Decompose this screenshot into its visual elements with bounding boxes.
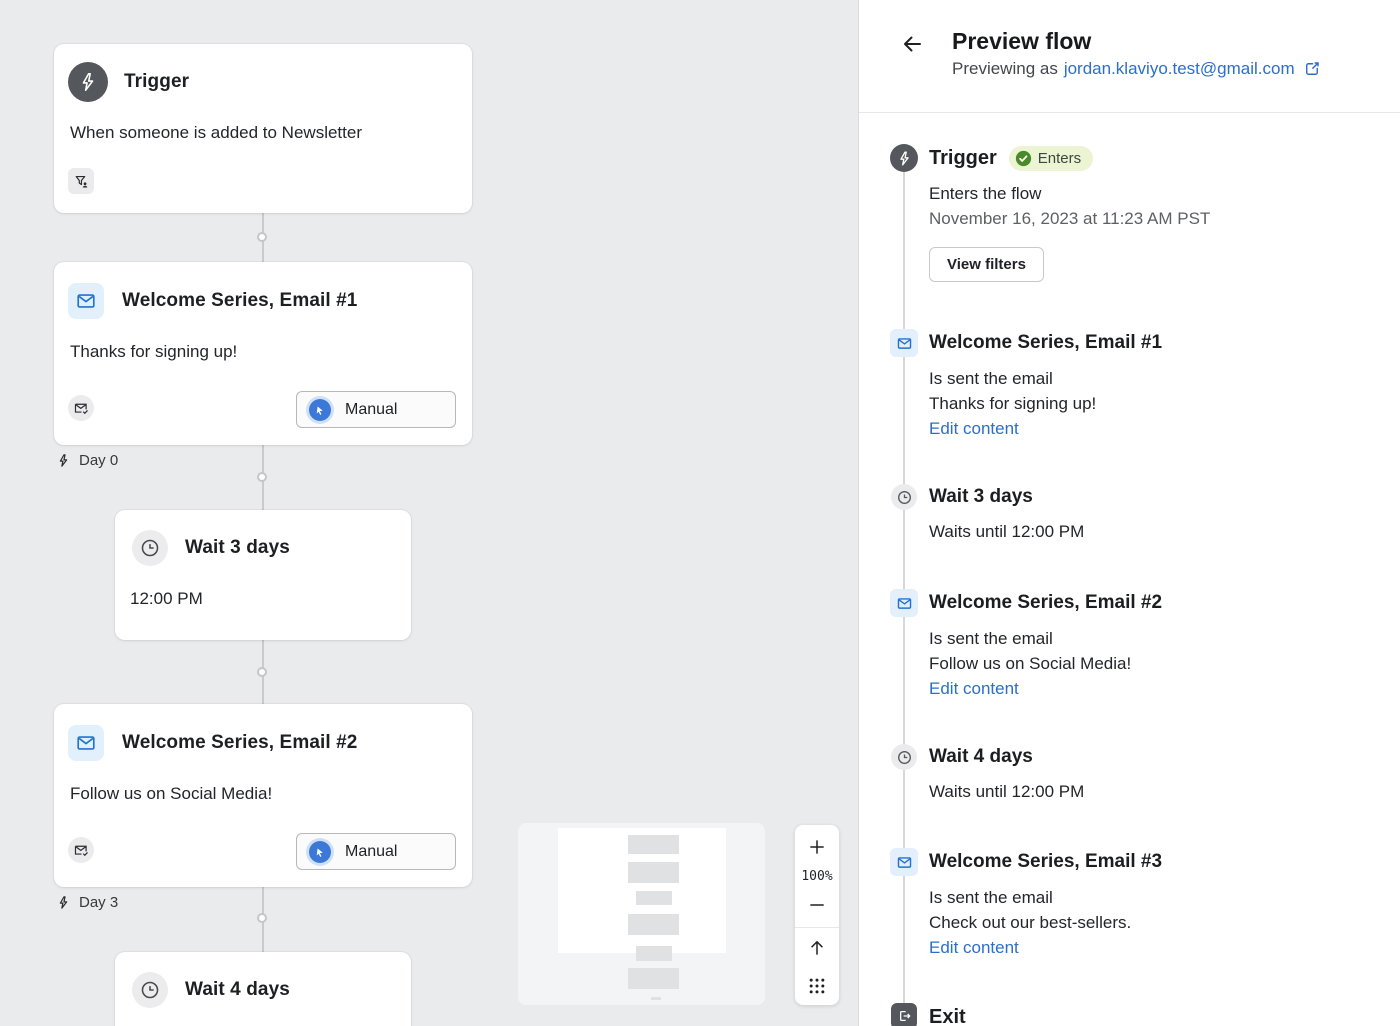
email-icon <box>68 283 104 319</box>
trigger-filter-chip[interactable] <box>68 168 94 194</box>
email-icon <box>890 589 918 617</box>
email1-card[interactable]: Welcome Series, Email #1 Thanks for sign… <box>54 262 472 445</box>
email-icon <box>890 848 918 876</box>
email-icon <box>890 329 918 357</box>
timeline-item-email1: Welcome Series, Email #1 Is sent the ema… <box>890 329 1372 441</box>
email2-manual-button[interactable]: Manual <box>296 833 456 870</box>
exit-icon <box>891 1003 917 1026</box>
timeline-item-line: Is sent the email <box>929 885 1372 910</box>
timeline-item-line: Enters the flow <box>929 181 1372 206</box>
timeline-item-title: Welcome Series, Email #3 <box>929 851 1162 873</box>
day0-label: Day 0 <box>56 452 118 469</box>
cursor-icon <box>309 399 331 421</box>
panel-header: Preview flow Previewing as jordan.klaviy… <box>859 0 1400 113</box>
email-icon <box>68 725 104 761</box>
scroll-to-top-button[interactable] <box>795 932 839 964</box>
edit-content-link[interactable]: Edit content <box>929 416 1019 441</box>
lightning-icon <box>56 453 71 468</box>
timeline-item-line: Is sent the email <box>929 366 1372 391</box>
preview-profile-link[interactable]: jordan.klaviyo.test@gmail.com <box>1064 59 1295 79</box>
connector-dot[interactable] <box>257 913 267 923</box>
manual-button-label: Manual <box>345 843 397 861</box>
clock-icon <box>891 484 917 510</box>
email-status-chip[interactable] <box>68 837 94 863</box>
wait3-card-title: Wait 3 days <box>185 537 290 559</box>
connector-dot[interactable] <box>257 472 267 482</box>
wait4-card-title: Wait 4 days <box>185 979 290 1001</box>
external-link-icon[interactable] <box>1303 60 1321 78</box>
email2-card[interactable]: Welcome Series, Email #2 Follow us on So… <box>54 704 472 887</box>
timeline-item-email2: Welcome Series, Email #2 Is sent the ema… <box>890 589 1372 701</box>
timeline-item-title: Wait 3 days <box>929 486 1033 508</box>
wait4-card[interactable]: Wait 4 days <box>115 952 411 1026</box>
manual-button-label: Manual <box>345 401 397 419</box>
clock-icon <box>891 744 917 770</box>
timeline-item-timestamp: November 16, 2023 at 11:23 AM PST <box>929 206 1372 231</box>
email1-manual-button[interactable]: Manual <box>296 391 456 428</box>
timeline-item-wait4: Wait 4 days Waits until 12:00 PM <box>890 744 1372 804</box>
timeline-item-line: Check out our best-sellers. <box>929 910 1372 935</box>
clock-icon <box>132 972 168 1008</box>
flow-canvas[interactable]: Trigger When someone is added to Newslet… <box>0 0 858 1026</box>
email-check-icon <box>73 400 90 417</box>
timeline-item-wait3: Wait 3 days Waits until 12:00 PM <box>890 484 1372 544</box>
timeline-item-title: Welcome Series, Email #1 <box>929 332 1162 354</box>
trigger-card-description: When someone is added to Newsletter <box>54 123 472 143</box>
panel-title: Preview flow <box>952 28 1091 55</box>
timeline-item-title: Exit <box>929 1006 966 1026</box>
email2-card-description: Follow us on Social Media! <box>54 784 472 804</box>
lightning-icon <box>890 144 918 172</box>
email1-card-description: Thanks for signing up! <box>54 342 472 362</box>
timeline-item-line: Waits until 12:00 PM <box>929 519 1372 544</box>
timeline-item-trigger: Trigger Enters Enters the flow November … <box>890 144 1372 282</box>
timeline-item-line: Thanks for signing up! <box>929 391 1372 416</box>
lightning-icon <box>56 895 71 910</box>
connector-dot[interactable] <box>257 232 267 242</box>
zoom-out-button[interactable] <box>795 889 839 921</box>
edit-content-link[interactable]: Edit content <box>929 676 1019 701</box>
zoom-in-button[interactable] <box>795 831 839 863</box>
email1-card-title: Welcome Series, Email #1 <box>122 290 357 312</box>
back-button[interactable] <box>899 31 925 57</box>
divider <box>795 927 839 928</box>
timeline-item-title: Wait 4 days <box>929 746 1033 768</box>
check-circle-icon <box>1015 150 1032 167</box>
trigger-card-title: Trigger <box>124 71 189 93</box>
view-filters-button[interactable]: View filters <box>929 247 1044 282</box>
timeline-item-line: Waits until 12:00 PM <box>929 779 1372 804</box>
flow-builder-app: Trigger When someone is added to Newslet… <box>0 0 1400 1026</box>
wait3-card-time: 12:00 PM <box>115 589 411 609</box>
timeline-item-title: Trigger <box>929 147 997 170</box>
trigger-card[interactable]: Trigger When someone is added to Newslet… <box>54 44 472 213</box>
zoom-level: 100% <box>801 863 832 889</box>
edit-content-link[interactable]: Edit content <box>929 935 1019 960</box>
timeline-item-line: Is sent the email <box>929 626 1372 651</box>
minimap[interactable] <box>518 823 765 1005</box>
timeline-item-email3: Welcome Series, Email #3 Is sent the ema… <box>890 848 1372 960</box>
timeline-item-exit: Exit <box>890 1003 1372 1026</box>
day3-label: Day 3 <box>56 894 118 911</box>
preview-flow-panel: Preview flow Previewing as jordan.klaviy… <box>858 0 1400 1026</box>
wait3-card[interactable]: Wait 3 days 12:00 PM <box>115 510 411 640</box>
connector-dot[interactable] <box>257 667 267 677</box>
clock-icon <box>132 530 168 566</box>
enters-badge: Enters <box>1009 146 1093 171</box>
email-status-chip[interactable] <box>68 395 94 421</box>
email-check-icon <box>73 842 90 859</box>
timeline-item-line: Follow us on Social Media! <box>929 651 1372 676</box>
grid-view-button[interactable] <box>795 970 839 1002</box>
lightning-icon <box>68 62 108 102</box>
filter-person-icon <box>73 173 90 190</box>
previewing-as: Previewing as jordan.klaviyo.test@gmail.… <box>952 59 1321 79</box>
cursor-icon <box>309 841 331 863</box>
zoom-controls: 100% <box>795 825 839 1005</box>
email2-card-title: Welcome Series, Email #2 <box>122 732 357 754</box>
timeline-item-title: Welcome Series, Email #2 <box>929 592 1162 614</box>
